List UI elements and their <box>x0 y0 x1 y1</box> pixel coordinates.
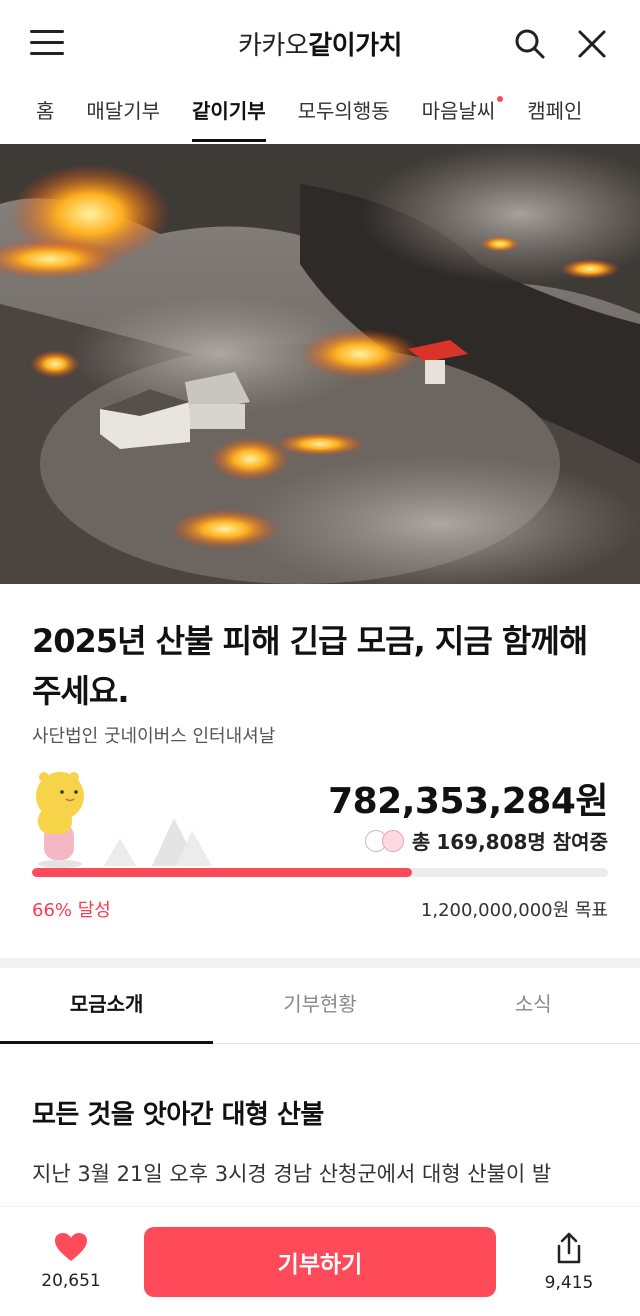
tab-everyone-action[interactable]: 모두의행동 <box>282 86 406 144</box>
campaign-title: 2025년 산불 피해 긴급 모금, 지금 함께해 주세요. <box>32 622 588 710</box>
tab-monthly-donation[interactable]: 매달기부 <box>70 86 176 144</box>
top-bar: 카카오같이가치 <box>0 0 640 86</box>
participants-label: 총 <box>411 830 431 854</box>
like-count: 20,651 <box>41 1271 101 1291</box>
detail-tabs: 모금소개 기부현황 소식 <box>0 968 640 1044</box>
content-section-title: 모든 것을 앗아간 대형 산불 <box>32 1100 324 1130</box>
heart-icon <box>55 1233 87 1261</box>
participant-avatars <box>364 829 404 852</box>
share-button[interactable]: 9,415 <box>528 1231 610 1293</box>
progress-mascot-illustration <box>26 770 216 870</box>
tab-label: 홈 <box>36 99 55 123</box>
category-tabs: 홈 매달기부 같이기부 모두의행동 마음날씨 캠페인 <box>0 86 640 144</box>
participants-summary: 총 169,808명 참여중 <box>364 826 608 855</box>
tab-campaign-intro[interactable]: 모금소개 <box>0 968 214 1044</box>
brand-prefix: 카카오 <box>238 30 309 61</box>
participants-count: 169,808명 참여중 <box>436 830 608 854</box>
organization-name[interactable]: 사단법인 굿네이버스 인터내셔날 <box>32 722 275 748</box>
brand-name: 같이가치 <box>308 30 402 61</box>
tab-label: 매달기부 <box>86 99 161 123</box>
close-icon[interactable] <box>572 24 612 64</box>
tab-home[interactable]: 홈 <box>0 86 70 144</box>
tab-label: 같이기부 <box>192 99 266 123</box>
tab-donation-status[interactable]: 기부현황 <box>213 968 426 1043</box>
share-count: 9,415 <box>544 1273 594 1293</box>
new-badge-dot <box>497 96 504 102</box>
tab-label: 마음날씨 <box>421 99 496 123</box>
search-icon[interactable] <box>510 24 550 64</box>
app-title: 카카오같이가치 <box>238 25 402 62</box>
funding-progress-bar <box>32 868 608 877</box>
achieved-percent: 66% 달성 <box>32 900 111 921</box>
raised-amount: 782,353,284원 <box>328 781 608 822</box>
tab-mind-weather[interactable]: 마음날씨 <box>406 86 512 144</box>
like-button[interactable]: 20,651 <box>30 1231 112 1291</box>
tab-label: 모두의행동 <box>297 99 390 123</box>
section-divider <box>0 958 640 968</box>
share-icon <box>557 1232 581 1264</box>
tab-label: 캠페인 <box>527 99 583 123</box>
tab-news[interactable]: 소식 <box>427 968 640 1043</box>
bottom-action-bar: 20,651 기부하기 9,415 <box>0 1206 640 1316</box>
funding-progress-fill <box>32 868 413 877</box>
menu-icon[interactable] <box>30 28 64 58</box>
donate-button[interactable]: 기부하기 <box>144 1227 496 1297</box>
campaign-hero-image <box>0 144 640 584</box>
tab-together-donation[interactable]: 같이기부 <box>176 86 282 144</box>
tab-campaign[interactable]: 캠페인 <box>511 86 598 144</box>
content-paragraph: 지난 3월 21일 오후 3시경 경남 산청군에서 대형 산불이 발 <box>32 1162 552 1186</box>
avatar <box>381 829 404 852</box>
goal-amount: 1,200,000,000원 목표 <box>420 900 608 921</box>
